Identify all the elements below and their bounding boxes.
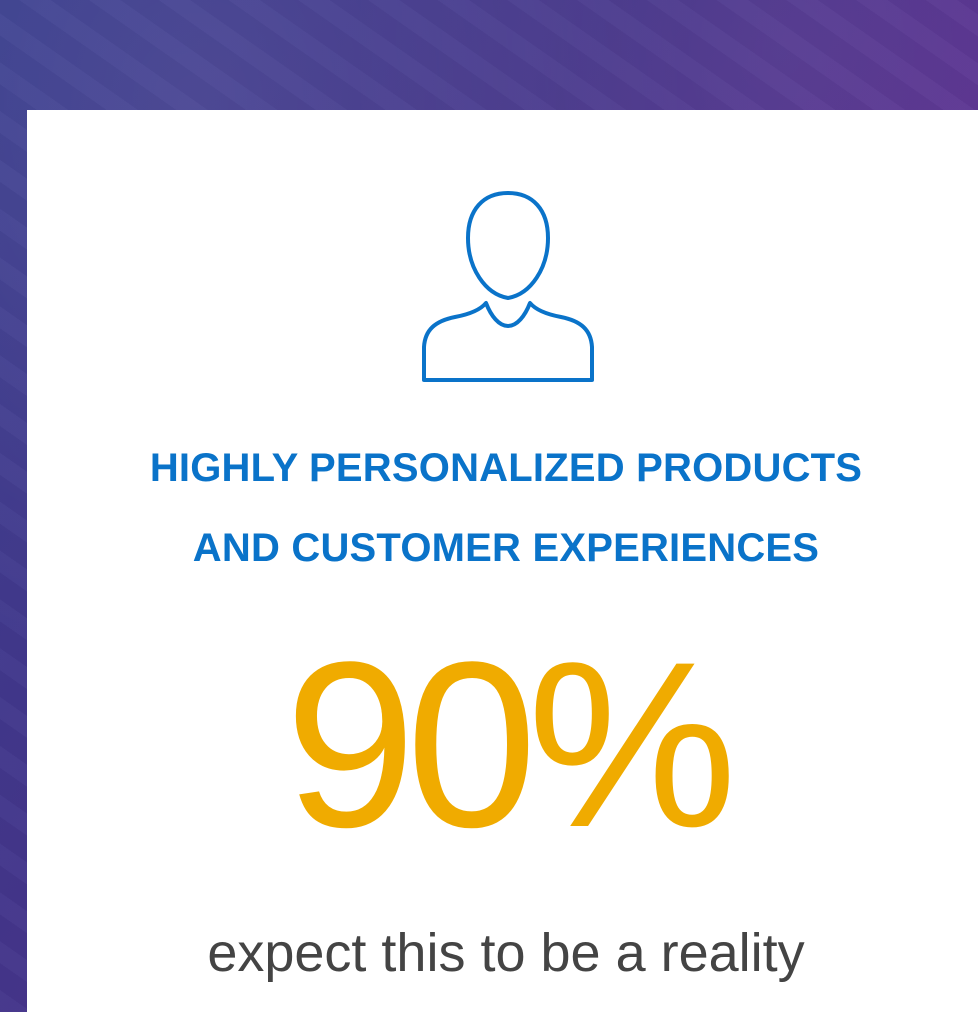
headline-line-2: AND CUSTOMER EXPERIENCES [192, 526, 820, 570]
headline-line-1: HIGHLY PERSONALIZED PRODUCTS [149, 446, 863, 490]
stat-value: 90% [284, 613, 737, 877]
user-outline-icon [421, 190, 595, 384]
caption: expect this to be a reality [27, 918, 978, 988]
stat-card: HIGHLY PERSONALIZED PRODUCTS AND CUSTOME… [27, 110, 978, 1012]
caption-line-1: expect this to be a reality [207, 923, 805, 983]
headline: HIGHLY PERSONALIZED PRODUCTS AND CUSTOME… [27, 428, 978, 588]
